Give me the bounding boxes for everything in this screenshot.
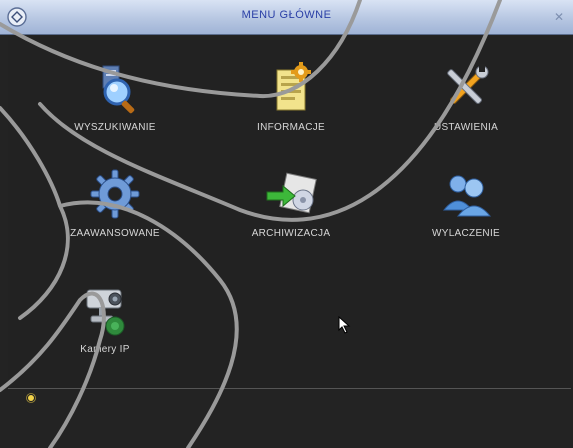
close-icon[interactable]: ✕ bbox=[550, 8, 568, 26]
title-bar: MENU GŁÓWNE ✕ bbox=[0, 0, 573, 35]
menu-item-settings[interactable]: USTAWIENIA bbox=[401, 60, 531, 133]
menu-item-ip-cameras-label: Kamery IP bbox=[80, 344, 130, 355]
users-icon bbox=[442, 175, 492, 217]
main-menu-window: MENU GŁÓWNE ✕ WYSZUKIWANIE INFORMACJE US… bbox=[0, 0, 573, 448]
ip-camera-icon bbox=[86, 289, 125, 336]
menu-item-settings-label: USTAWIENIA bbox=[433, 122, 499, 133]
menu-panel: WYSZUKIWANIE INFORMACJE USTAWIENIA ZAAWA… bbox=[8, 36, 571, 388]
backup-icon bbox=[266, 172, 317, 214]
menu-item-backup-label: ARCHIWIZACJA bbox=[251, 228, 331, 239]
menu-item-information-label: INFORMACJE bbox=[257, 122, 325, 133]
status-indicator-icon bbox=[26, 393, 36, 403]
window-title: MENU GŁÓWNE bbox=[241, 9, 332, 21]
menu-item-ip-cameras[interactable]: Kamery IP bbox=[40, 282, 170, 355]
mouse-cursor-icon bbox=[338, 316, 351, 334]
tools-icon bbox=[447, 64, 489, 104]
menu-item-information[interactable]: INFORMACJE bbox=[226, 60, 356, 133]
gear-icon bbox=[90, 169, 140, 219]
menu-item-search[interactable]: WYSZUKIWANIE bbox=[50, 60, 180, 133]
menu-item-advanced-label: ZAAWANSOWANE bbox=[70, 228, 160, 239]
search-icon bbox=[102, 65, 135, 114]
menu-item-search-label: WYSZUKIWANIE bbox=[74, 122, 156, 133]
status-bar bbox=[8, 388, 571, 448]
menu-item-shutdown-label: WYLACZENIE bbox=[431, 228, 500, 239]
menu-item-backup[interactable]: ARCHIWIZACJA bbox=[226, 166, 356, 239]
menu-item-shutdown[interactable]: WYLACZENIE bbox=[401, 166, 531, 239]
menu-item-advanced[interactable]: ZAAWANSOWANE bbox=[50, 166, 180, 239]
info-document-icon bbox=[276, 62, 311, 111]
